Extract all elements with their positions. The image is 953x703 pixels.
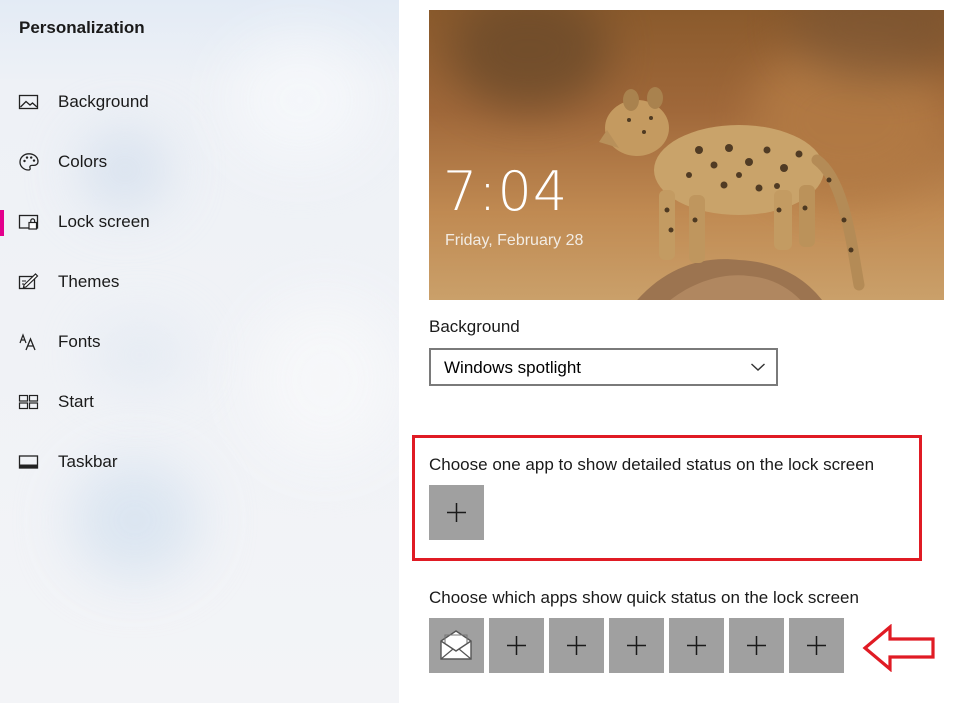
- sidebar-item-lock-screen[interactable]: Lock screen: [0, 202, 399, 242]
- quick-status-label: Choose which apps show quick status on t…: [429, 588, 859, 607]
- plus-icon: [447, 503, 466, 522]
- lock-screen-date: Friday, February 28: [445, 232, 584, 249]
- add-quick-status-app-button[interactable]: [669, 618, 724, 673]
- sidebar-item-colors[interactable]: Colors: [0, 142, 399, 182]
- add-quick-status-app-button[interactable]: [729, 618, 784, 673]
- themes-icon: [18, 272, 40, 292]
- sidebar-item-background[interactable]: Background: [0, 82, 399, 122]
- selection-indicator: [0, 210, 4, 236]
- taskbar-icon: [18, 452, 40, 472]
- add-quick-status-app-button[interactable]: [789, 618, 844, 673]
- sidebar-item-label: Lock screen: [58, 212, 150, 231]
- plus-icon: [747, 636, 766, 655]
- sidebar-item-start[interactable]: Start: [0, 382, 399, 422]
- lock-screen-preview: 7:04 Friday, February 28: [429, 10, 944, 300]
- sidebar-item-taskbar[interactable]: Taskbar: [0, 442, 399, 482]
- fonts-icon: [18, 332, 40, 352]
- plus-icon: [567, 636, 586, 655]
- mail-icon: [440, 630, 472, 660]
- background-blur: [449, 10, 609, 110]
- plus-icon: [807, 636, 826, 655]
- left-arrow-outline-icon: [862, 624, 935, 672]
- lock-screen-icon: [18, 212, 40, 232]
- dropdown-value: Windows spotlight: [444, 358, 582, 377]
- add-quick-status-app-button[interactable]: [489, 618, 544, 673]
- background-label: Background: [429, 317, 520, 336]
- plus-icon: [687, 636, 706, 655]
- highlight-rectangle: [412, 435, 922, 561]
- sidebar-item-label: Background: [58, 92, 149, 111]
- lock-screen-time: 7:04: [443, 160, 569, 223]
- main-content: 7:04 Friday, February 28 Background Wind…: [399, 0, 953, 703]
- sidebar-item-fonts[interactable]: Fonts: [0, 322, 399, 362]
- quick-status-mail-button[interactable]: [429, 618, 484, 673]
- sidebar-item-themes[interactable]: Themes: [0, 262, 399, 302]
- sidebar-item-label: Colors: [58, 152, 108, 171]
- sidebar-item-label: Fonts: [58, 332, 101, 351]
- sidebar-item-label: Taskbar: [58, 452, 118, 471]
- detailed-status-label: Choose one app to show detailed status o…: [429, 455, 875, 474]
- add-quick-status-app-button[interactable]: [609, 618, 664, 673]
- palette-icon: [18, 152, 40, 172]
- image-icon: [18, 92, 40, 112]
- leopard-on-rock-image: [599, 87, 865, 300]
- add-quick-status-app-button[interactable]: [549, 618, 604, 673]
- sidebar: Personalization Background Colors Lock s…: [0, 0, 399, 703]
- plus-icon: [627, 636, 646, 655]
- background-dropdown[interactable]: Windows spotlight: [429, 348, 778, 386]
- start-icon: [18, 392, 40, 412]
- sidebar-item-label: Themes: [58, 272, 120, 291]
- plus-icon: [507, 636, 526, 655]
- add-detailed-status-app-button[interactable]: [429, 485, 484, 540]
- sidebar-item-label: Start: [58, 392, 94, 411]
- chevron-down-icon: [751, 363, 765, 371]
- sidebar-title: Personalization: [19, 18, 145, 37]
